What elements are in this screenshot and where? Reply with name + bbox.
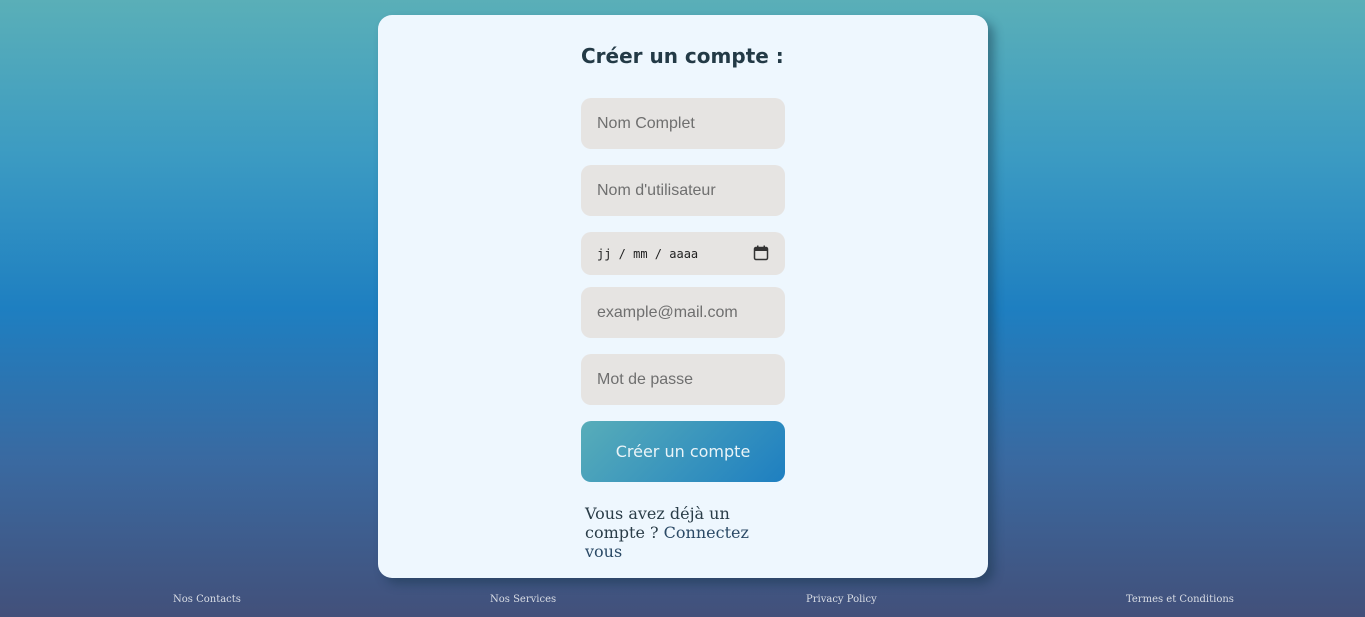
email-input[interactable]: example@mail.com (581, 287, 785, 338)
username-placeholder: Nom d'utilisateur (597, 181, 716, 199)
username-input[interactable]: Nom d'utilisateur (581, 165, 785, 216)
form-title: Créer un compte : (581, 44, 784, 68)
footer-link-terms[interactable]: Termes et Conditions (1126, 594, 1234, 605)
signup-card: Créer un compte : Nom Complet Nom d'util… (378, 15, 988, 578)
signup-form: Créer un compte : Nom Complet Nom d'util… (581, 43, 785, 561)
calendar-icon[interactable] (753, 245, 769, 261)
footer-link-services[interactable]: Nos Services (490, 594, 556, 605)
full-name-placeholder: Nom Complet (597, 114, 695, 132)
login-prompt-text: Vous avez déjà un compte ? Connectez vou… (585, 504, 765, 561)
footer: Nos Contacts Nos Services Privacy Policy… (0, 594, 1365, 608)
full-name-input[interactable]: Nom Complet (581, 98, 785, 149)
date-placeholder: jj / mm / aaaa (597, 246, 699, 261)
password-input[interactable]: Mot de passe (581, 354, 785, 405)
footer-link-contacts[interactable]: Nos Contacts (173, 594, 241, 605)
email-placeholder: example@mail.com (597, 303, 738, 321)
create-account-button[interactable]: Créer un compte (581, 421, 785, 482)
birthdate-input[interactable]: jj / mm / aaaa (581, 232, 785, 275)
password-placeholder: Mot de passe (597, 370, 694, 388)
footer-link-privacy[interactable]: Privacy Policy (806, 594, 877, 605)
